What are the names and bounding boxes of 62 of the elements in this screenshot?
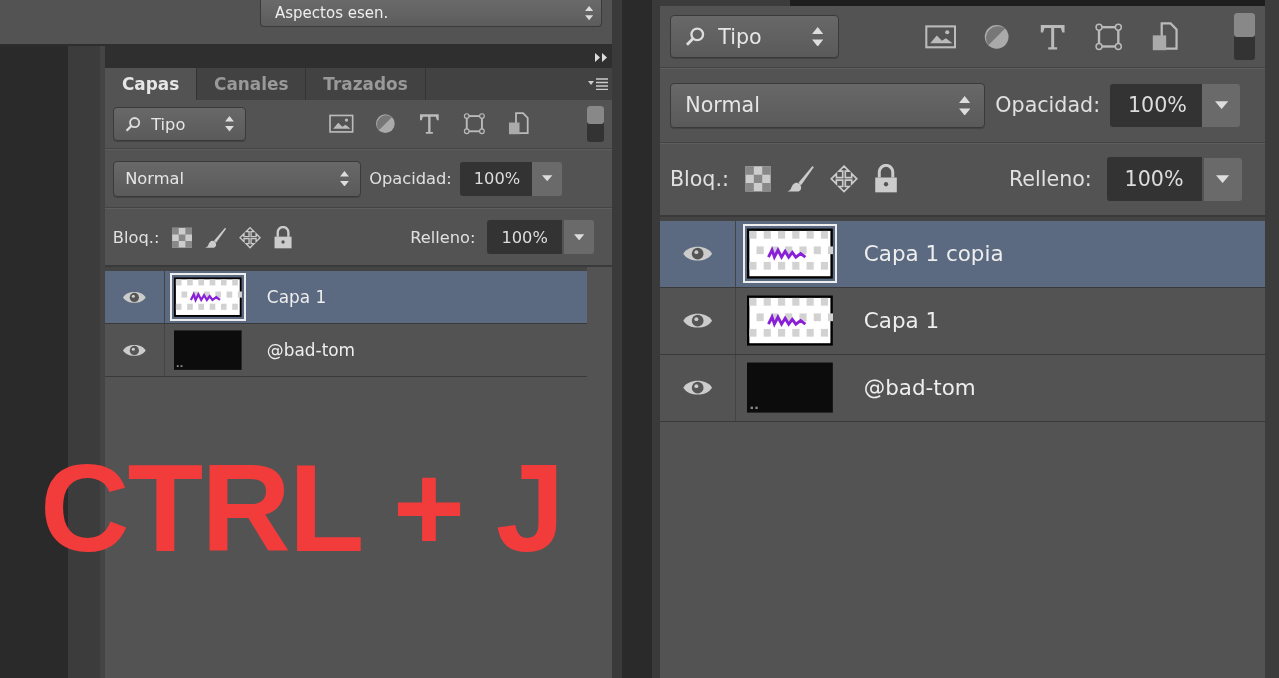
- search-icon: [125, 115, 142, 133]
- panel-tab[interactable]: Canales: [197, 68, 307, 100]
- filter-dropdown[interactable]: Tipo: [112, 107, 247, 142]
- panel-tab[interactable]: Capas: [105, 68, 198, 100]
- filter-toggle[interactable]: [587, 105, 605, 143]
- shortcut-caption: CTRL + J: [40, 438, 563, 579]
- layer-name: Capa 1 copia: [863, 241, 1004, 267]
- layer-row[interactable]: @bad-tom: [660, 354, 1265, 422]
- fill-label: Relleno:: [410, 227, 476, 247]
- blend-mode-dropdown[interactable]: Normal: [669, 82, 986, 129]
- layer-thumbnail: [174, 330, 242, 371]
- brush-icon[interactable]: [786, 164, 815, 194]
- stepper-arrows-icon: [958, 95, 970, 116]
- move-icon[interactable]: [238, 225, 261, 249]
- filter-dropdown[interactable]: Tipo: [669, 14, 839, 59]
- stepper-arrows-icon: [812, 26, 824, 47]
- stepper-arrows-icon: [224, 116, 234, 132]
- lock-icon[interactable]: [272, 225, 295, 249]
- panel-tab[interactable]: Trazados: [306, 68, 426, 100]
- adjustment-circle-icon[interactable]: [373, 112, 398, 136]
- checkerboard-icon[interactable]: [743, 164, 772, 194]
- layer-row[interactable]: Capa 1: [660, 287, 1265, 355]
- opacity-field[interactable]: 100%: [459, 161, 535, 196]
- workspace-dropdown[interactable]: Aspectos esen.: [260, 0, 602, 27]
- caret-icon: [573, 233, 585, 241]
- filter-toggle[interactable]: [1233, 13, 1256, 60]
- search-icon: [685, 26, 706, 47]
- opacity-field[interactable]: 100%: [1109, 83, 1205, 127]
- layer-row[interactable]: Capa 1 copia: [660, 220, 1265, 288]
- layer-name: Capa 1: [266, 287, 327, 308]
- shape-icon[interactable]: [1093, 21, 1125, 52]
- dropdown-button[interactable]: [1202, 83, 1241, 127]
- text-icon[interactable]: [417, 112, 442, 136]
- layer-row[interactable]: Capa 1: [105, 271, 588, 325]
- image-icon[interactable]: [328, 112, 354, 136]
- layer-name: @bad-tom: [863, 375, 976, 401]
- layer-name: @bad-tom: [266, 340, 356, 361]
- caret-icon: [1214, 101, 1228, 110]
- stepper-arrows-icon: [340, 170, 350, 187]
- move-icon[interactable]: [829, 164, 858, 194]
- caret-icon: [1216, 174, 1230, 184]
- shape-icon[interactable]: [461, 112, 487, 136]
- fill-label: Relleno:: [1008, 167, 1092, 192]
- lock-label: Bloq.:: [669, 167, 729, 192]
- dropdown-button[interactable]: [563, 220, 594, 255]
- dropdown-button[interactable]: [1203, 157, 1242, 201]
- checkerboard-icon[interactable]: [171, 225, 194, 249]
- layer-row[interactable]: @bad-tom: [105, 324, 588, 378]
- layer-name: Capa 1: [863, 308, 940, 334]
- layer-thumbnail: [174, 277, 242, 318]
- lock-label: Bloq.:: [112, 227, 160, 247]
- fill-field[interactable]: 100%: [487, 220, 562, 255]
- opacity-label: Opacidad:: [369, 169, 452, 189]
- blend-mode-dropdown[interactable]: Normal: [112, 160, 362, 197]
- stepper-arrows-icon: [584, 5, 593, 21]
- menu-icon[interactable]: [588, 78, 608, 90]
- collapse-icon[interactable]: [594, 52, 608, 62]
- caret-icon: [542, 175, 553, 182]
- brush-icon[interactable]: [204, 225, 227, 249]
- opacity-label: Opacidad:: [995, 93, 1101, 118]
- dropdown-button[interactable]: [532, 161, 563, 196]
- fill-field[interactable]: 100%: [1106, 157, 1202, 201]
